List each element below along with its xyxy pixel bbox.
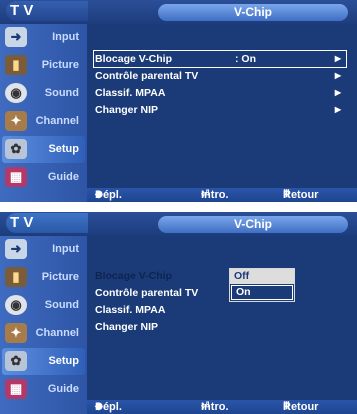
menu-row-change-pin[interactable]: Changer NIP [95,320,345,334]
menu-row-mpaa[interactable]: Classif. MPAA [95,303,345,317]
dropdown-option-on[interactable]: On [231,285,293,300]
top-bar: T V V-Chip [0,212,357,236]
menu-row-mpaa[interactable]: Classif. MPAA ▶ [95,86,345,100]
setup-icon: ✿ [5,351,27,371]
menu-row-tv-parental[interactable]: Contrôle parental TV ▶ [95,69,345,83]
menu-content: Blocage V-Chip : On ▶ Contrôle parental … [87,24,357,184]
sidebar-item-channel[interactable]: ✦ Channel [2,108,85,135]
row-label: Classif. MPAA [95,87,166,99]
dropdown-option-off[interactable]: Off [230,269,294,284]
guide-icon: ▦ [5,167,27,187]
sidebar-item-guide[interactable]: ▦ Guide [2,164,85,191]
row-label: Blocage V-Chip [95,53,173,65]
sound-icon: ◉ [5,295,27,315]
menu-category: T V [6,213,88,233]
guide-icon: ▦ [5,379,27,399]
menu-content: Blocage V-Chip : Contrôle parental TV Cl… [87,236,357,396]
sidebar-item-sound[interactable]: ◉ Sound [2,80,85,107]
screen-title: V-Chip [158,4,348,21]
right-arrow-icon: ▶ [334,71,341,80]
row-label: Changer NIP [95,104,159,116]
row-value: : On [235,53,256,65]
sidebar-item-channel[interactable]: ✦ Channel [2,320,85,347]
right-arrow-icon: ▶ [334,105,341,114]
row-label: Blocage V-Chip [95,270,173,282]
right-arrow-icon: ▶ [334,88,341,97]
screen-title: V-Chip [158,216,348,233]
vchip-menu-panel-2: T V V-Chip ➜ Input ▮ Picture ◉ Sound ✦ C… [0,212,357,414]
sidebar: ➜ Input ▮ Picture ◉ Sound ✦ Channel ✿ Se… [0,236,87,414]
input-icon: ➜ [5,239,27,259]
vchip-lock-dropdown[interactable]: Off On [229,268,295,302]
sidebar-item-guide[interactable]: ▦ Guide [2,376,85,403]
menu-row-change-pin[interactable]: Changer NIP ▶ [95,103,345,117]
row-label: Changer NIP [95,321,159,333]
menu-row-vchip-lock[interactable]: Blocage V-Chip : [95,269,345,283]
row-label: Contrôle parental TV [95,287,199,299]
menu-category: T V [6,1,88,21]
row-label: Classif. MPAA [95,304,166,316]
picture-icon: ▮ [5,55,27,75]
input-icon: ➜ [5,27,27,47]
sound-icon: ◉ [5,83,27,103]
top-bar: T V V-Chip [0,0,357,24]
sidebar: ➜ Input ▮ Picture ◉ Sound ✦ Channel ✿ Se… [0,24,87,202]
channel-icon: ✦ [5,323,27,343]
footer-hints: ◆ Dépl. ⏎ Intro. Ⅲ Retour [87,188,357,202]
sidebar-item-picture[interactable]: ▮ Picture [2,264,85,291]
sidebar-item-setup[interactable]: ✿ Setup [2,348,85,375]
setup-icon: ✿ [5,139,27,159]
vchip-menu-panel-1: T V V-Chip ➜ Input ▮ Picture ◉ Sound ✦ C… [0,0,357,202]
right-arrow-icon: ▶ [334,54,341,63]
row-label: Contrôle parental TV [95,70,199,82]
sidebar-item-picture[interactable]: ▮ Picture [2,52,85,79]
sidebar-item-setup[interactable]: ✿ Setup [2,136,85,163]
channel-icon: ✦ [5,111,27,131]
picture-icon: ▮ [5,267,27,287]
sidebar-item-input[interactable]: ➜ Input [2,236,85,263]
sidebar-item-input[interactable]: ➜ Input [2,24,85,51]
menu-row-vchip-lock[interactable]: Blocage V-Chip : On ▶ [93,50,347,68]
menu-row-tv-parental[interactable]: Contrôle parental TV [95,286,345,300]
sidebar-item-sound[interactable]: ◉ Sound [2,292,85,319]
